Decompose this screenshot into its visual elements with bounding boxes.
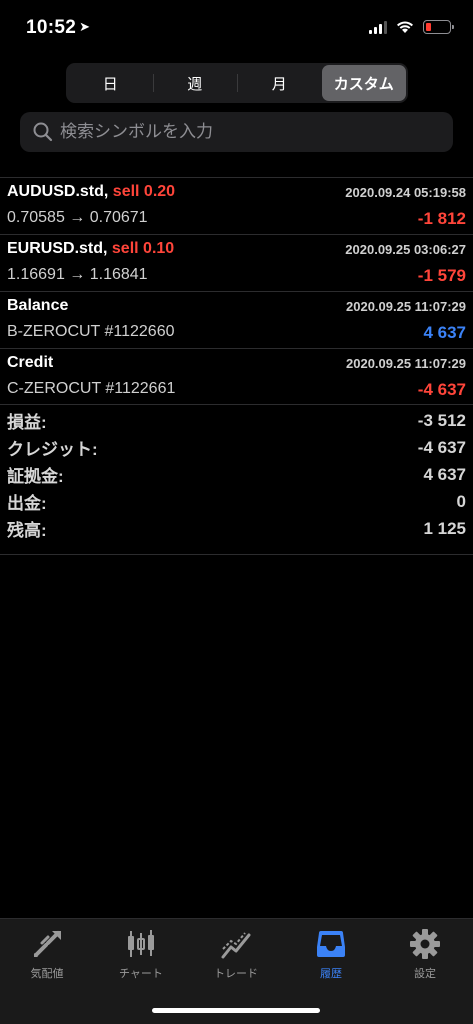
summary-profit: 損益: -3 512 — [0, 407, 473, 434]
summary-label: 証拠金: — [7, 467, 64, 486]
row-prices: 0.70585 → 0.70671 — [7, 209, 148, 226]
tab-label: 履歴 — [320, 968, 342, 980]
symbol-search-bar[interactable] — [20, 112, 453, 152]
summary-label: クレジット: — [7, 440, 98, 459]
history-inbox-icon — [317, 931, 345, 957]
period-segmented-control: 日 週 月 カスタム — [66, 63, 408, 103]
summary-value: -4 637 — [417, 437, 466, 457]
gear-icon — [410, 929, 440, 959]
row-title: Balance — [7, 297, 68, 315]
row-amount: -1 579 — [417, 266, 466, 285]
summary-value: -3 512 — [417, 410, 466, 430]
status-bar: 10:52 ➤ — [0, 0, 473, 56]
wifi-icon — [397, 21, 413, 33]
segment-custom[interactable]: カスタム — [321, 65, 406, 101]
search-input[interactable] — [60, 122, 440, 142]
summary-label: 損益: — [7, 413, 47, 432]
trade-line-icon — [221, 932, 251, 959]
row-date: 2020.09.25 11:07:29 — [346, 356, 466, 371]
tab-chart[interactable]: チャート — [94, 927, 188, 981]
row-amount: 4 637 — [423, 323, 466, 342]
row-comment: C-ZEROCUT #1122661 — [7, 380, 176, 397]
history-row[interactable]: Credit C-ZEROCUT #1122661 2020.09.25 11:… — [0, 348, 473, 405]
tab-label: チャート — [119, 968, 163, 980]
tab-trade[interactable]: トレード — [189, 927, 283, 981]
row-title: AUDUSD.std, sell 0.20 — [7, 183, 175, 201]
summary-deposit: 証拠金: 4 637 — [0, 461, 473, 488]
segment-day[interactable]: 日 — [68, 65, 153, 101]
summary-label: 残高: — [7, 521, 47, 540]
search-icon — [33, 122, 53, 142]
summary-balance: 残高: 1 125 — [0, 515, 473, 542]
history-list: AUDUSD.std, sell 0.20 0.70585 → 0.70671 … — [0, 177, 473, 405]
home-indicator[interactable] — [152, 1008, 320, 1013]
row-title: EURUSD.std, sell 0.10 — [7, 240, 174, 258]
cellular-signal-icon — [369, 20, 387, 34]
row-prices: 1.16691 → 1.16841 — [7, 266, 148, 283]
summary-credit: クレジット: -4 637 — [0, 434, 473, 461]
row-date: 2020.09.24 05:19:58 — [345, 185, 466, 200]
tab-label: トレード — [214, 968, 258, 980]
summary-withdrawal: 出金: 0 — [0, 488, 473, 515]
clock-label: 10:52 — [26, 17, 77, 38]
summary-value: 0 — [456, 491, 466, 511]
summary-value: 1 125 — [423, 518, 466, 538]
summary-label: 出金: — [7, 494, 47, 513]
tab-label: 設定 — [414, 968, 436, 980]
row-date: 2020.09.25 11:07:29 — [346, 299, 466, 314]
row-title: Credit — [7, 354, 53, 372]
location-arrow-icon: ➤ — [79, 19, 91, 34]
row-symbol: Credit — [7, 354, 54, 371]
tab-quotes[interactable]: 気配値 — [0, 927, 94, 981]
row-amount: -1 812 — [417, 209, 466, 228]
summary-value: 4 637 — [423, 464, 466, 484]
history-row[interactable]: Balance B-ZEROCUT #1122660 2020.09.25 11… — [0, 291, 473, 348]
segment-month[interactable]: 月 — [237, 65, 322, 101]
tab-history[interactable]: 履歴 — [284, 927, 378, 981]
row-symbol: Balance — [7, 297, 69, 314]
row-comment: B-ZEROCUT #1122660 — [7, 323, 175, 340]
row-symbol: AUDUSD.std, — [7, 183, 109, 200]
row-amount: -4 637 — [417, 380, 466, 399]
candlestick-chart-icon — [128, 930, 154, 957]
history-row[interactable]: AUDUSD.std, sell 0.20 0.70585 → 0.70671 … — [0, 177, 473, 234]
history-row[interactable]: EURUSD.std, sell 0.10 1.16691 → 1.16841 … — [0, 234, 473, 291]
status-indicators — [369, 20, 454, 34]
row-date: 2020.09.25 03:06:27 — [345, 242, 466, 257]
row-symbol: EURUSD.std, — [7, 240, 108, 257]
battery-icon — [423, 20, 454, 34]
tab-settings[interactable]: 設定 — [378, 927, 472, 981]
segment-week[interactable]: 週 — [152, 65, 238, 101]
row-side: sell 0.10 — [111, 240, 175, 257]
quotes-arrows-icon — [34, 931, 61, 957]
row-side: sell 0.20 — [112, 183, 176, 200]
history-summary: 損益: -3 512 クレジット: -4 637 証拠金: 4 637 出金: … — [0, 407, 473, 542]
status-time: 10:52 ➤ — [26, 17, 90, 39]
tab-label: 気配値 — [30, 968, 64, 980]
summary-divider — [0, 554, 473, 555]
